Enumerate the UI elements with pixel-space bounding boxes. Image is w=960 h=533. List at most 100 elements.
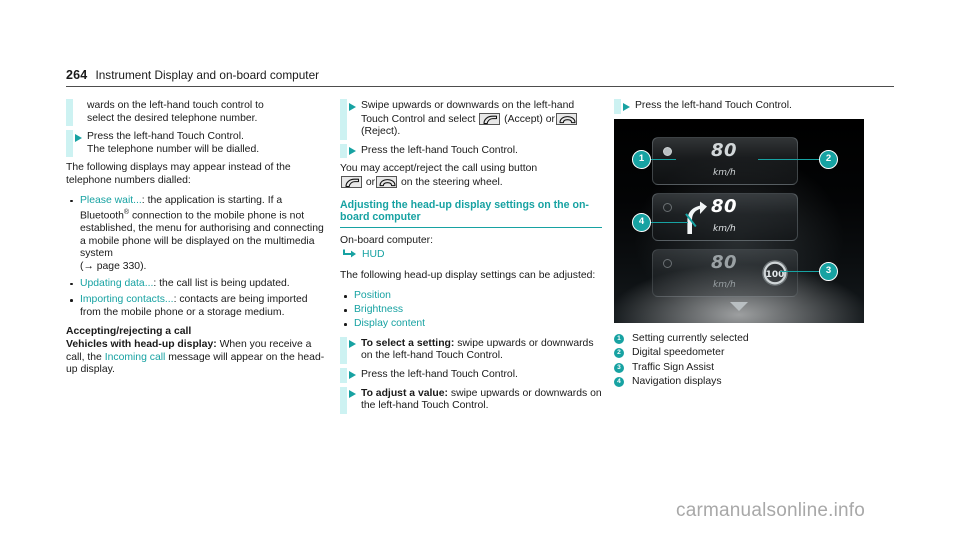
instruction-line: select the desired telephone number. — [87, 112, 258, 124]
selection-dot-icon — [663, 258, 672, 268]
hud-speed-value: 80 — [711, 251, 738, 273]
section-divider — [340, 227, 602, 229]
display-message-list: Please wait...: the application is start… — [66, 195, 328, 320]
legend-item: 1 Setting currently selected — [614, 332, 894, 346]
hud-panel-speedometer: 80 km/h — [652, 136, 798, 185]
setting-link[interactable]: Brightness — [354, 304, 403, 315]
list-item: Importing contacts...: contacts are bein… — [66, 294, 328, 319]
subsection-heading: Accepting/rejecting a call — [66, 326, 192, 338]
lead-in-bold: To select a setting: — [361, 337, 455, 349]
legend-number: 3 — [614, 362, 624, 373]
obc-path: HUD — [342, 248, 602, 264]
message-link[interactable]: Importing contacts... — [80, 294, 174, 305]
obc-label: On-board computer: — [340, 235, 433, 247]
callout-marker-1: 1 — [632, 149, 651, 169]
setting-link[interactable]: Display content — [354, 318, 425, 329]
instruction-line: Press the left-hand Touch Control. — [87, 131, 244, 143]
lead-in-bold: To adjust a value: — [361, 387, 448, 399]
legend-label: Digital speedometer — [632, 347, 725, 359]
callout-marker-3: 3 — [819, 261, 838, 281]
instruction-step: Press the left-hand Touch Control. — [340, 367, 602, 383]
legend-item: 3 Traffic Sign Assist — [614, 361, 894, 375]
instruction-step: To adjust a value: swipe upwards or down… — [340, 386, 602, 414]
instruction-text: or — [545, 113, 555, 125]
instruction-continuation: wards on the left-hand touch control to … — [66, 98, 328, 127]
triangle-bullet-icon — [349, 147, 356, 156]
callout-leader-line — [650, 158, 676, 161]
instruction-text: Press the left-hand Touch Control. — [361, 144, 518, 156]
accept-call-icon — [341, 175, 362, 188]
page-header: 264 Instrument Display and on-board comp… — [66, 68, 894, 82]
hud-speed-unit: km/h — [713, 223, 736, 234]
intro-paragraph: The following displays may appear instea… — [66, 162, 291, 186]
message-link[interactable]: Incoming call — [105, 352, 166, 363]
setting-link[interactable]: Position — [354, 290, 391, 301]
triangle-bullet-icon — [349, 102, 356, 111]
site-watermark: carmanualsonline.info — [676, 500, 866, 521]
hud-panel-traffic-sign: 80 km/h 100 — [652, 248, 798, 297]
callout-leader-line — [758, 158, 820, 161]
instruction-text: Press the left-hand Touch Control. — [635, 100, 792, 111]
obc-path-label[interactable]: HUD — [362, 249, 385, 262]
callout-leader-line — [650, 221, 688, 224]
hud-speed-value: 80 — [711, 195, 738, 217]
message-link[interactable]: Updating data... — [80, 278, 153, 289]
speed-limit-sign-icon: 100 — [761, 259, 789, 292]
list-item: Updating data...: the call list is being… — [66, 278, 328, 291]
section-heading: Adjusting the head-up display settings o… — [340, 198, 589, 224]
paragraph-text: on the steering wheel. — [401, 176, 503, 188]
instruction-step: Press the left-hand Touch Control. — [340, 143, 602, 158]
head-up-display-paragraph: Vehicles with head-up display: When you … — [66, 339, 328, 377]
list-item: Position — [340, 290, 602, 303]
legend-number: 1 — [614, 333, 624, 344]
legend-label: Navigation displays — [632, 376, 722, 388]
instruction-line: wards on the left-hand touch control to — [87, 100, 264, 111]
list-item-text: : the call list is being updated. — [153, 277, 290, 289]
triangle-bullet-icon — [75, 133, 82, 142]
reject-call-icon — [555, 112, 577, 125]
legend-number: 4 — [614, 377, 624, 388]
selection-dot-icon — [663, 146, 672, 156]
legend-number: 2 — [614, 348, 624, 359]
column-one: wards on the left-hand touch control to … — [66, 98, 328, 384]
header-divider — [66, 86, 894, 87]
instruction-text: (Accept) — [504, 113, 543, 125]
instruction-text: (Reject). — [361, 126, 401, 138]
legend-item: 4 Navigation displays — [614, 375, 894, 389]
manual-page: 264 Instrument Display and on-board comp… — [0, 0, 960, 533]
accept-call-icon — [479, 112, 501, 125]
hud-speed-unit: km/h — [713, 167, 736, 178]
instruction-line: The telephone number will be dialled. — [87, 143, 260, 155]
page-reference[interactable]: (→ page 330). — [80, 261, 146, 272]
list-item: Display content — [340, 318, 602, 331]
page-number: 264 — [66, 68, 88, 82]
instruction-step: Swipe upwards or downwards on the left-h… — [340, 99, 602, 140]
callout-marker-4: 4 — [632, 212, 651, 232]
submenu-arrow-icon — [342, 248, 357, 264]
settings-list: Position Brightness Display content — [340, 290, 602, 331]
hud-speed-value: 80 — [711, 139, 738, 161]
scroll-down-caret-icon — [730, 301, 748, 311]
legend-label: Setting currently selected — [632, 332, 749, 344]
instruction-step: Press the left-hand Touch Control. — [614, 99, 894, 114]
selection-dot-icon — [663, 202, 672, 212]
legend-label: Traffic Sign Assist — [632, 361, 714, 373]
list-item: Brightness — [340, 304, 602, 317]
instruction-text: Swipe upwards or downwards on the left-h… — [361, 100, 575, 125]
figure-legend: 1 Setting currently selected 2 Digital s… — [614, 332, 894, 389]
chapter-title: Instrument Display and on-board computer — [95, 68, 320, 82]
triangle-bullet-icon — [349, 390, 356, 398]
triangle-bullet-icon — [623, 102, 630, 111]
column-two: Swipe upwards or downwards on the left-h… — [340, 99, 602, 419]
hud-panel-navigation: 80 km/h — [652, 192, 798, 241]
paragraph-text: You may accept/reject the call using but… — [340, 163, 538, 175]
callout-marker-2: 2 — [819, 149, 838, 169]
hud-speed-unit: km/h — [713, 279, 736, 290]
instruction-step: Press the left-hand Touch Control. The t… — [66, 130, 328, 158]
instruction-text: Press the left-hand Touch Control. — [361, 368, 518, 380]
reject-call-icon — [376, 175, 398, 188]
head-up-display-figure: 80 km/h 80 km/h 80 km/h 100 1 2 3 4 — [614, 118, 864, 323]
message-link[interactable]: Please wait... — [80, 195, 142, 206]
lead-in-bold: Vehicles with head-up display: — [66, 338, 217, 350]
triangle-bullet-icon — [349, 340, 356, 349]
